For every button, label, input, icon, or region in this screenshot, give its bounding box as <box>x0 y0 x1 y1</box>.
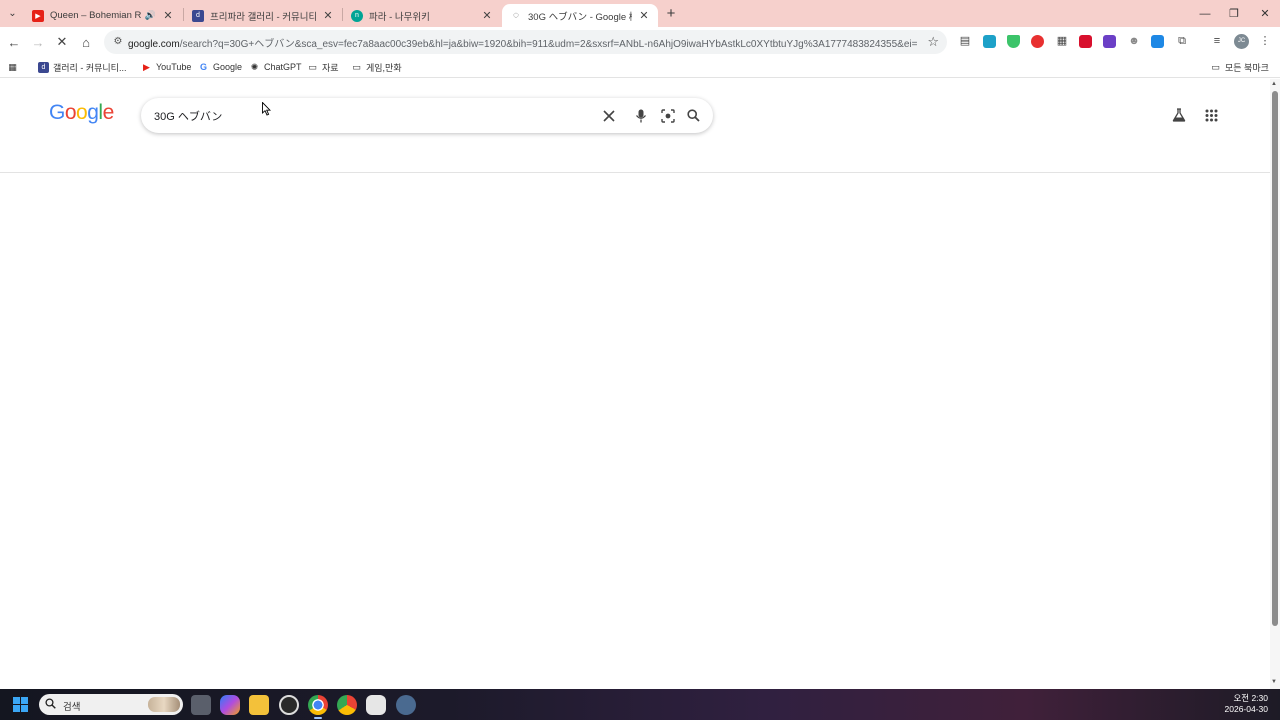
search-highlight-image <box>148 697 180 712</box>
bookmark-extension-icon[interactable] <box>1103 35 1116 48</box>
bookmark-google[interactable]: G Google <box>198 60 242 74</box>
google-logo[interactable]: Google <box>49 101 114 125</box>
puzzle-icon[interactable]: ⧉ <box>1175 34 1189 48</box>
chrome-profile-icon[interactable] <box>337 695 357 715</box>
translate-icon[interactable]: ▤ <box>958 34 972 48</box>
stop-button[interactable]: ✕ <box>53 33 71 51</box>
tab-title: 30G ヘブバン - Google 検索 <box>528 11 632 23</box>
close-icon[interactable]: ✕ <box>322 9 334 22</box>
bookmark-chatgpt[interactable]: ✺ ChatGPT <box>249 60 302 74</box>
folder-icon: ▭ <box>352 61 361 72</box>
record-extension-icon[interactable] <box>1079 35 1092 48</box>
bookmark-star-icon[interactable]: ☆ <box>927 34 939 50</box>
tab-search-icon[interactable]: ⌄ <box>4 5 21 22</box>
download-extension-icon[interactable] <box>1151 35 1164 48</box>
bookmarks-bar: ▦ d 갤러리 - 커뮤니티... ▶ YouTube G Google ✺ C… <box>0 56 1280 78</box>
search-input[interactable]: 30G ヘブバン <box>154 108 222 124</box>
chatgpt-app-icon[interactable] <box>279 695 299 715</box>
search-box[interactable]: 30G ヘブバン <box>141 98 713 133</box>
chat-app-icon[interactable] <box>366 695 386 715</box>
tab-title: Queen – Bohemian Rhapsody <box>50 10 141 21</box>
windows-start-icon[interactable] <box>13 697 28 712</box>
clock-time: 오전 2:30 <box>1233 693 1268 703</box>
folder-icon: ▭ <box>308 61 317 72</box>
labs-flask-icon[interactable] <box>1170 106 1188 124</box>
bookmark-folder-games[interactable]: ▭ 게임,만화 <box>351 60 401 74</box>
clock-date: 2026-04-30 <box>1224 704 1268 714</box>
cat-extension-icon[interactable]: ☻ <box>1127 34 1141 48</box>
namuwiki-icon: n <box>351 9 363 22</box>
scroll-down-icon[interactable]: ▼ <box>1271 679 1277 685</box>
chatgpt-icon: ✺ <box>250 61 259 72</box>
close-icon[interactable]: ✕ <box>481 9 493 22</box>
mouse-cursor-icon <box>262 101 272 119</box>
minimize-icon[interactable]: — <box>1190 0 1220 27</box>
loading-icon: ◌ <box>513 10 519 21</box>
tab-google-search[interactable]: ◌ 30G ヘブバン - Google 検索 ✕ <box>502 4 658 27</box>
google-icon: G <box>199 62 207 72</box>
close-icon[interactable]: ✕ <box>162 9 174 22</box>
shield-extension-icon[interactable] <box>1007 35 1020 48</box>
all-bookmarks[interactable]: ▭ 모든 북마크 <box>1210 60 1269 74</box>
url-text[interactable]: google.com/search?q=30G+ヘブバン&sca_esv=fec… <box>128 35 918 50</box>
taskbar-search-placeholder: 검색 <box>63 702 81 713</box>
header-divider <box>0 172 1270 173</box>
settings-gear-icon[interactable] <box>396 695 416 715</box>
youtube-icon: ▶ <box>143 61 150 72</box>
store-extension-icon[interactable]: ▦ <box>1055 34 1069 48</box>
taskbar-search[interactable]: 검색 <box>39 694 183 715</box>
youtube-icon: ▶ <box>32 9 44 22</box>
speaker-icon[interactable]: 🔊 <box>145 10 156 21</box>
folder-icon: ▭ <box>1211 61 1220 72</box>
dcinside-icon: d <box>38 61 49 73</box>
adblock-icon[interactable] <box>1031 35 1044 48</box>
new-tab-button[interactable]: + <box>663 6 679 21</box>
media-control-icon[interactable]: ≡ <box>1210 34 1224 48</box>
window-close-icon[interactable]: ✕ <box>1250 0 1280 27</box>
task-view-icon[interactable] <box>191 695 211 715</box>
dcinside-icon: d <box>192 9 204 22</box>
microphone-icon[interactable] <box>632 107 649 124</box>
tab-namuwiki[interactable]: n 파라 - 나무위키 ✕ <box>343 4 501 27</box>
bookmark-youtube[interactable]: ▶ YouTube <box>141 60 191 74</box>
tab-title: 프리파라 갤러리 - 커뮤니티 포 <box>210 11 316 23</box>
extension-icon[interactable] <box>983 35 996 48</box>
system-clock[interactable]: 오전 2:30 2026-04-30 <box>1225 693 1268 715</box>
browser-toolbar: ← → ✕ ⌂ ⚙ google.com/search?q=30G+ヘブバン&s… <box>0 27 1280 56</box>
search-results-page: Google 30G ヘブバン <box>0 79 1270 689</box>
restore-icon[interactable]: ❐ <box>1219 0 1249 27</box>
close-icon[interactable]: ✕ <box>638 9 650 22</box>
camera-lens-icon[interactable] <box>659 107 676 124</box>
search-icon[interactable] <box>685 107 702 124</box>
back-button[interactable]: ← <box>5 33 23 51</box>
scroll-up-icon[interactable]: ▲ <box>1271 81 1277 87</box>
scroll-thumb[interactable] <box>1272 91 1278 626</box>
apps-grid-icon[interactable]: ▦ <box>7 60 22 74</box>
site-info-icon[interactable]: ⚙ <box>111 35 125 49</box>
tab-youtube[interactable]: ▶ Queen – Bohemian Rhapsody 🔊 ✕ <box>24 4 182 27</box>
tab-dcinside[interactable]: d 프리파라 갤러리 - 커뮤니티 포 ✕ <box>184 4 342 27</box>
apps-grid-icon[interactable] <box>1202 106 1220 124</box>
more-menu-icon[interactable]: ⋮ <box>1258 34 1272 48</box>
address-bar[interactable]: ⚙ google.com/search?q=30G+ヘブバン&sca_esv=f… <box>104 30 947 54</box>
tab-strip: ⌄ ▶ Queen – Bohemian Rhapsody 🔊 ✕ d 프리파라… <box>0 0 1280 27</box>
bookmark-folder-data[interactable]: ▭ 자료 <box>307 60 338 74</box>
home-button[interactable]: ⌂ <box>77 33 95 51</box>
forward-button[interactable]: → <box>29 33 47 51</box>
taskbar: 검색 오전 2:30 2026-04-30 <box>0 689 1280 720</box>
bookmark-dcinside[interactable]: d 갤러리 - 커뮤니티... <box>38 60 126 74</box>
file-explorer-icon[interactable] <box>249 695 269 715</box>
copilot-icon[interactable] <box>220 695 240 715</box>
chrome-icon[interactable] <box>308 695 328 719</box>
profile-avatar[interactable]: JC <box>1234 34 1249 49</box>
page-scrollbar[interactable]: ▲ ▼ <box>1270 79 1280 689</box>
clear-icon[interactable] <box>600 107 617 124</box>
search-icon <box>45 698 56 712</box>
tab-title: 파라 - 나무위키 <box>369 11 430 23</box>
